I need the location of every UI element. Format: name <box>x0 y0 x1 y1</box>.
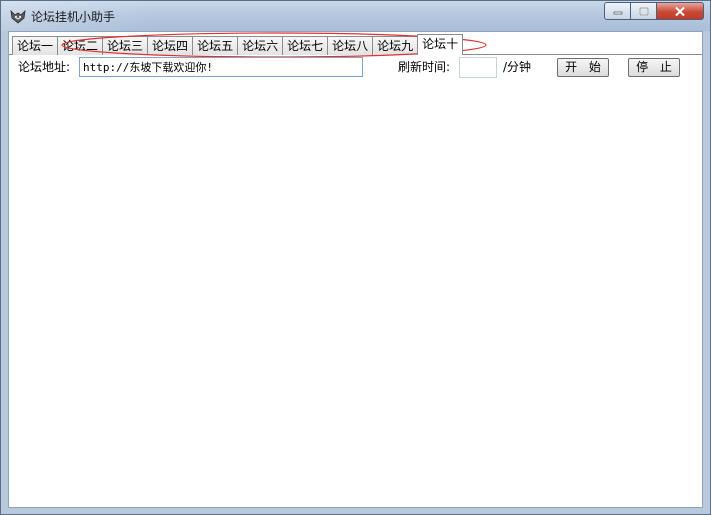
tab-forum-8[interactable]: 论坛八 <box>327 36 374 55</box>
caption-buttons <box>604 2 704 21</box>
minimize-button[interactable] <box>604 2 631 20</box>
tab-forum-5[interactable]: 论坛五 <box>192 36 239 55</box>
refresh-time-input[interactable] <box>459 57 497 78</box>
tab-forum-1[interactable]: 论坛一 <box>12 36 59 55</box>
tab-forum-9[interactable]: 论坛九 <box>372 36 419 55</box>
tab-forum-7[interactable]: 论坛七 <box>282 36 329 55</box>
tab-forum-4[interactable]: 论坛四 <box>147 36 194 55</box>
url-label: 论坛地址: <box>18 60 71 74</box>
forum-tab-strip: 论坛一 论坛二 论坛三 论坛四 论坛五 论坛六 论坛七 论坛八 论坛九 论坛十 <box>12 34 464 55</box>
start-button[interactable]: 开 始 <box>557 58 609 77</box>
maximize-button[interactable] <box>631 2 657 20</box>
app-window: 论坛挂机小助手 论坛一 论坛二 论坛三 论坛四 论坛五 论坛六 论坛七 论坛八 … <box>0 0 711 515</box>
minute-unit-label: /分钟 <box>503 60 532 74</box>
tab-forum-6[interactable]: 论坛六 <box>237 36 284 55</box>
client-area: 论坛一 论坛二 论坛三 论坛四 论坛五 论坛六 论坛七 论坛八 论坛九 论坛十 … <box>8 31 703 508</box>
title-bar[interactable]: 论坛挂机小助手 <box>1 1 710 31</box>
forum-url-input[interactable] <box>79 57 363 77</box>
tab-forum-2[interactable]: 论坛二 <box>57 36 104 55</box>
stop-button[interactable]: 停 止 <box>628 58 680 77</box>
window-title: 论坛挂机小助手 <box>31 10 116 24</box>
close-icon <box>675 6 685 16</box>
tab-forum-10[interactable]: 论坛十 <box>417 34 464 55</box>
maximize-icon <box>638 6 649 16</box>
close-button[interactable] <box>657 2 704 20</box>
minimize-icon <box>613 11 622 15</box>
refresh-time-label: 刷新时间: <box>398 60 451 74</box>
fox-logo-icon[interactable] <box>9 7 27 25</box>
tab-forum-3[interactable]: 论坛三 <box>102 36 149 55</box>
